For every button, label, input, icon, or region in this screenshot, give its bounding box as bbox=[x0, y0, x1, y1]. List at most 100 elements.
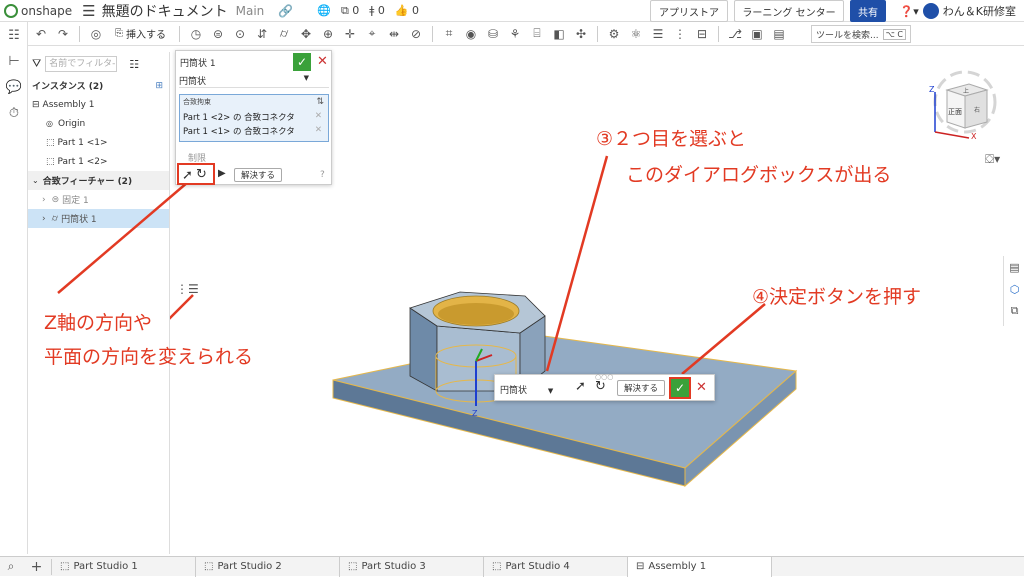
tree-item-assembly[interactable]: ⊟ Assembly 1 bbox=[28, 95, 169, 114]
mate-connectors-box[interactable]: 合致拘束 ⇅ Part 1 <2> の 合致コネクタ ✕ Part 1 <1> … bbox=[179, 94, 329, 142]
clock-icon[interactable]: ◷ bbox=[187, 25, 205, 43]
view-cube[interactable]: 上 正面 右 Z X bbox=[925, 68, 997, 141]
part-studio-icon: ⬚ bbox=[348, 561, 358, 572]
undo-icon[interactable]: ↶ bbox=[32, 25, 50, 43]
gear-relation-icon[interactable]: ⚙ bbox=[605, 25, 623, 43]
explode-icon[interactable]: ✣ bbox=[572, 25, 590, 43]
tool-search-input[interactable]: ツールを検索... ⌥ C bbox=[811, 25, 911, 43]
reorient-secondary-axis-icon[interactable]: ↻ bbox=[595, 379, 606, 394]
tree-item-origin[interactable]: ◎ Origin bbox=[28, 114, 169, 133]
mate-connector-item[interactable]: Part 1 <1> の 合致コネクタ ✕ bbox=[180, 123, 328, 137]
timer-icon[interactable]: ⏱ bbox=[0, 100, 28, 126]
remove-icon[interactable]: ✕ bbox=[315, 125, 322, 135]
instances-header: インスタンス (2) bbox=[32, 82, 104, 92]
add-tab-icon[interactable]: + bbox=[22, 558, 52, 575]
document-title[interactable]: 無題のドキュメント bbox=[102, 1, 228, 21]
rack-pinion-icon[interactable]: ⚛ bbox=[627, 25, 645, 43]
parallel-mate-icon[interactable]: ✛ bbox=[341, 25, 359, 43]
pattern-icon[interactable]: ⚘ bbox=[506, 25, 524, 43]
likes-count[interactable]: 👍 0 bbox=[395, 4, 419, 18]
accept-button[interactable]: ✓ bbox=[293, 53, 311, 71]
comments-icon[interactable]: 💬 bbox=[0, 74, 28, 100]
copies-count[interactable]: ⧉ 0 bbox=[341, 4, 359, 18]
redo-icon[interactable]: ↷ bbox=[54, 25, 72, 43]
link-icon[interactable]: 🔗 bbox=[278, 4, 293, 18]
replicate-icon[interactable]: ⛁ bbox=[484, 25, 502, 43]
onshape-logo[interactable]: onshape bbox=[4, 3, 72, 18]
cancel-button[interactable]: ✕ bbox=[696, 380, 707, 395]
tab-part-studio-1[interactable]: ⬚ Part Studio 1 bbox=[52, 556, 196, 577]
ball-mate-icon[interactable]: ⌖ bbox=[363, 25, 381, 43]
filter-icon[interactable]: ⛛ bbox=[32, 57, 41, 71]
cylindrical-mate-icon[interactable]: ⌭ bbox=[275, 25, 293, 43]
chevron-down-icon: ▼ bbox=[547, 387, 554, 395]
mate-mini-type-select[interactable]: 円筒状 ▼ bbox=[500, 383, 553, 396]
group-icon[interactable]: ◉ bbox=[462, 25, 480, 43]
share-button[interactable]: 共有 bbox=[850, 0, 886, 22]
planar-mate-icon[interactable]: ⊕ bbox=[319, 25, 337, 43]
history-icon[interactable]: ◎ bbox=[87, 25, 105, 43]
tab-label: Part Studio 3 bbox=[361, 561, 426, 572]
chevron-right-icon[interactable]: › bbox=[42, 195, 46, 205]
help-icon[interactable]: ? bbox=[320, 170, 325, 180]
feature-list-icon[interactable]: ☷ bbox=[0, 22, 28, 48]
tree-item-part1[interactable]: ⬚ Part 1 <1> bbox=[28, 133, 169, 152]
screw-relation-icon[interactable]: ☰ bbox=[649, 25, 667, 43]
insert-button[interactable]: ⎘ 挿入する bbox=[109, 26, 172, 41]
accept-button[interactable]: ✓ bbox=[671, 379, 689, 397]
tab-assembly-1[interactable]: ⊟ Assembly 1 bbox=[628, 556, 772, 577]
instance-list-icon[interactable]: ⊢ bbox=[0, 48, 28, 74]
mate-features-group[interactable]: ⌄ 合致フィーチャー (2) bbox=[28, 171, 169, 190]
mate-connector-item[interactable]: Part 1 <2> の 合致コネクタ ✕ bbox=[180, 109, 328, 123]
help-icon[interactable]: ❓▾ bbox=[900, 5, 919, 18]
resolve-button[interactable]: 解決する bbox=[617, 380, 665, 396]
user-menu[interactable]: ❓▾ わん＆K研修室 bbox=[900, 3, 1016, 19]
remove-icon[interactable]: ✕ bbox=[315, 111, 322, 121]
globe-icon[interactable]: 🌐 bbox=[317, 4, 331, 18]
section-icon[interactable]: ◧ bbox=[550, 25, 568, 43]
app-store-button[interactable]: アプリストア bbox=[650, 0, 728, 22]
learning-center-button[interactable]: ラーニング センター bbox=[734, 0, 844, 22]
named-positions-icon[interactable]: ▣ bbox=[748, 25, 766, 43]
list-view-icon[interactable]: ☷ bbox=[129, 58, 139, 71]
tab-part-studio-2[interactable]: ⬚ Part Studio 2 bbox=[196, 556, 340, 577]
add-folder-icon[interactable]: ⊞ bbox=[155, 81, 163, 91]
versions-count[interactable]: ǂ 0 bbox=[369, 4, 385, 18]
assembly-icon: ⊟ bbox=[636, 561, 645, 572]
tree-item-fixed[interactable]: › ⊜ 固定 1 bbox=[28, 190, 169, 209]
linear-relation-icon[interactable]: ⋮ bbox=[671, 25, 689, 43]
mate-connector-icon[interactable]: ⌗ bbox=[440, 25, 458, 43]
swap-icon[interactable]: ⇅ bbox=[316, 97, 324, 107]
mate-dialog-title[interactable]: 円筒状 1 bbox=[180, 56, 216, 69]
bom-icon[interactable]: ▤ bbox=[770, 25, 788, 43]
tree-item-cylindrical[interactable]: › ⌭ 円筒状 1 bbox=[28, 209, 169, 228]
slider-mate-icon[interactable]: ⇵ bbox=[253, 25, 271, 43]
configurations-icon[interactable]: ⧉ bbox=[1004, 300, 1024, 322]
tab-manager-icon[interactable]: ⌕ bbox=[0, 559, 22, 574]
fixed-label: 固定 1 bbox=[62, 196, 89, 206]
play-icon[interactable]: ▶ bbox=[218, 168, 226, 179]
view-options-icon[interactable]: ⛋▾ bbox=[985, 152, 1000, 167]
cancel-button[interactable]: ✕ bbox=[317, 54, 328, 69]
tangent-mate-icon[interactable]: ⊘ bbox=[407, 25, 425, 43]
menu-icon[interactable]: ☰ bbox=[82, 2, 95, 20]
properties-icon[interactable]: ▤ bbox=[1004, 256, 1024, 278]
pin-slot-mate-icon[interactable]: ✥ bbox=[297, 25, 315, 43]
branch-label[interactable]: Main bbox=[236, 4, 265, 18]
tree-item-part2[interactable]: ⬚ Part 1 <2> bbox=[28, 152, 169, 171]
tab-part-studio-4[interactable]: ⬚ Part Studio 4 bbox=[484, 556, 628, 577]
appearance-icon[interactable]: ⬡ bbox=[1004, 278, 1024, 300]
resolve-button[interactable]: 解決する bbox=[234, 168, 282, 182]
chevron-down-icon[interactable]: ⌄ bbox=[32, 176, 39, 185]
tab-part-studio-3[interactable]: ⬚ Part Studio 3 bbox=[340, 556, 484, 577]
mirror-icon[interactable]: ⌸ bbox=[528, 25, 546, 43]
chevron-right-icon[interactable]: › bbox=[42, 214, 46, 224]
mate-type-select[interactable]: 円筒状 ▼ bbox=[179, 74, 329, 88]
filter-input[interactable]: 名前でフィルタ- bbox=[45, 56, 118, 72]
revolute-mate-icon[interactable]: ⊙ bbox=[231, 25, 249, 43]
width-mate-icon[interactable]: ⇹ bbox=[385, 25, 403, 43]
fastened-mate-icon[interactable]: ⊜ bbox=[209, 25, 227, 43]
flip-primary-axis-icon[interactable]: ➚ bbox=[575, 379, 586, 394]
measure-icon[interactable]: ⊟ bbox=[693, 25, 711, 43]
display-states-icon[interactable]: ⎇ bbox=[726, 25, 744, 43]
